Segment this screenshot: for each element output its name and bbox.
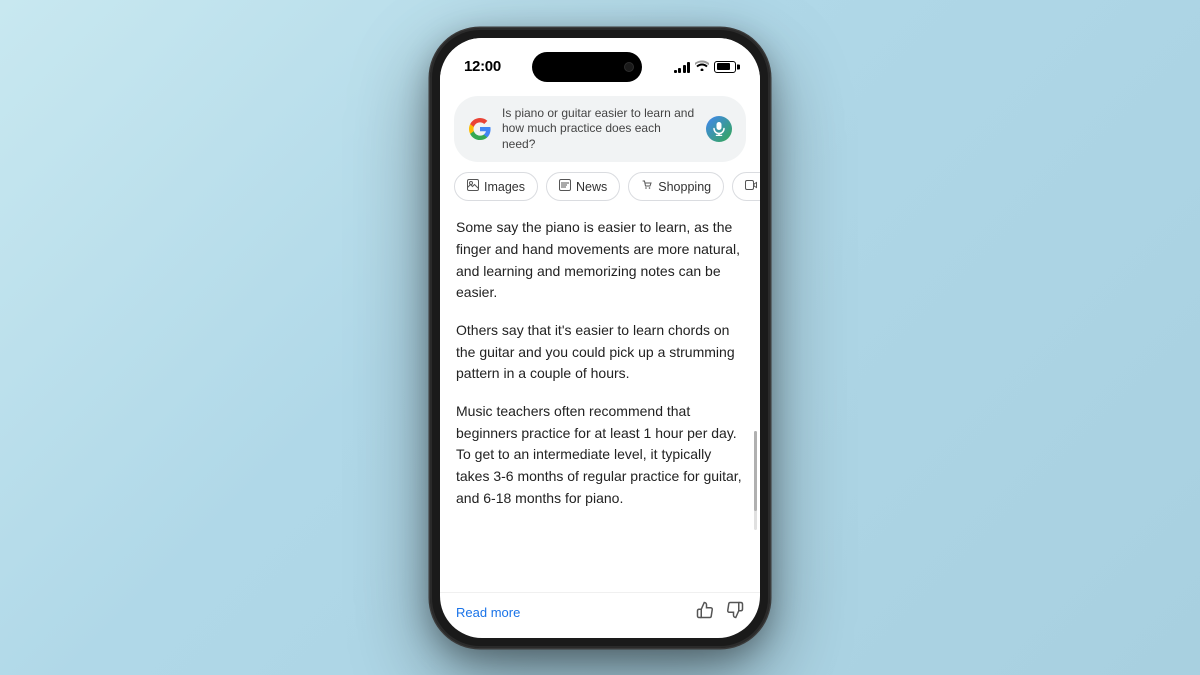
videos-tab-icon (745, 179, 757, 194)
phone-mockup: 12:00 (430, 28, 770, 648)
tab-images[interactable]: Images (454, 172, 538, 201)
answer-paragraph-3: Music teachers often recommend that begi… (456, 401, 744, 509)
shopping-tab-icon (641, 179, 653, 194)
tab-news[interactable]: News (546, 172, 620, 201)
answer-content: Some say the piano is easier to learn, a… (440, 211, 760, 589)
battery-icon (714, 61, 736, 73)
scroll-track (754, 431, 757, 529)
answer-paragraph-2: Others say that it's easier to learn cho… (456, 320, 744, 385)
status-bar: 12:00 (440, 38, 760, 90)
news-tab-label: News (576, 180, 607, 194)
phone-screen: 12:00 (440, 38, 760, 638)
images-tab-label: Images (484, 180, 525, 194)
filter-tabs-row: Images News (440, 172, 760, 211)
shopping-tab-label: Shopping (658, 180, 711, 194)
search-bar[interactable]: Is piano or guitar easier to learn and h… (454, 96, 746, 163)
read-more-link[interactable]: Read more (456, 605, 520, 620)
thumbs-up-button[interactable] (696, 601, 714, 624)
search-query-text: Is piano or guitar easier to learn and h… (502, 106, 696, 153)
dynamic-island (532, 52, 642, 82)
news-tab-icon (559, 179, 571, 194)
feedback-buttons (696, 601, 744, 624)
tab-videos[interactable]: Vid... (732, 172, 760, 201)
signal-icon (674, 61, 691, 73)
wifi-icon (695, 60, 709, 74)
answer-paragraph-1: Some say the piano is easier to learn, a… (456, 217, 744, 304)
google-logo (468, 117, 492, 141)
status-time: 12:00 (464, 58, 501, 75)
mic-svg (713, 122, 725, 136)
microphone-button[interactable] (706, 116, 732, 142)
camera-dot (624, 62, 634, 72)
scroll-thumb (754, 431, 757, 511)
status-icons (674, 60, 737, 74)
images-tab-icon (467, 179, 479, 194)
thumbs-down-button[interactable] (726, 601, 744, 624)
answer-footer: Read more (440, 592, 760, 638)
tab-shopping[interactable]: Shopping (628, 172, 724, 201)
